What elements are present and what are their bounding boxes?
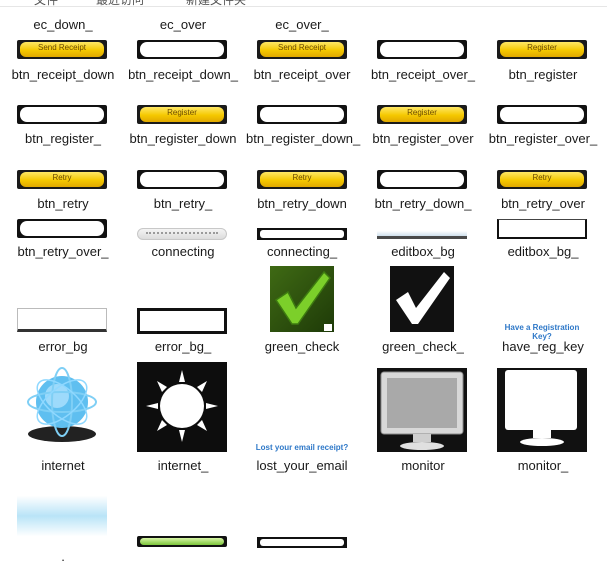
file-label[interactable]: editbox_bg_	[487, 243, 599, 260]
toolbar-item[interactable]: 新建文件夹	[186, 0, 246, 8]
file-label[interactable]: lost_your_email	[246, 457, 358, 474]
file-label[interactable]: .	[7, 548, 119, 565]
monitor-icon	[377, 368, 467, 452]
file-label[interactable]: btn_register	[487, 66, 599, 83]
globe-icon	[146, 370, 218, 442]
file-label[interactable]: connecting	[127, 243, 239, 260]
file-label[interactable]: have_reg_key	[487, 338, 599, 355]
thumb-btn-retry-down[interactable]: Retry	[257, 170, 347, 189]
file-label[interactable]: btn_register_over	[367, 130, 479, 147]
check-icon	[274, 270, 332, 331]
thumb-btn-register-over[interactable]: Register	[377, 105, 467, 124]
thumb-btn-receipt-over-[interactable]	[377, 40, 467, 59]
thumb-btn-register-down-[interactable]	[257, 105, 347, 124]
file-label[interactable]: error_bg_	[127, 338, 239, 355]
file-label[interactable]: connecting_	[246, 243, 358, 260]
thumb-white-bar[interactable]	[257, 537, 347, 548]
thumb-btn-receipt-down[interactable]: Send Receipt	[17, 40, 107, 59]
file-label[interactable]: editbox_bg	[367, 243, 479, 260]
file-label[interactable]: ec_down_	[7, 16, 119, 33]
thumb-btn-register[interactable]: Register	[497, 40, 587, 59]
file-label[interactable]: btn_retry_over	[487, 195, 599, 212]
thumb-error-bg-[interactable]	[137, 308, 227, 334]
thumb-btn-receipt-over[interactable]: Send Receipt	[257, 40, 347, 59]
thumb-lost-your-email[interactable]: Lost your email receipt?	[254, 443, 350, 453]
thumb-btn-retry-over[interactable]: Retry	[497, 170, 587, 189]
thumb-monitor-[interactable]	[497, 368, 587, 452]
globe-icon	[27, 367, 97, 442]
file-label[interactable]: btn_register_over_	[487, 130, 599, 147]
thumb-btn-retry[interactable]: Retry	[17, 170, 107, 189]
file-label[interactable]: ec_over_	[246, 16, 358, 33]
thumb-btn-retry-[interactable]	[137, 170, 227, 189]
toolbar-strip: 文件 最近访问 新建文件夹	[0, 0, 607, 7]
thumb-connecting[interactable]	[137, 228, 227, 240]
file-label[interactable]: ec_over	[127, 16, 239, 33]
connecting-dots	[146, 232, 218, 237]
file-label[interactable]: btn_register_down_	[246, 130, 360, 147]
thumb-btn-retry-over-[interactable]	[17, 219, 107, 238]
thumb-internet-[interactable]	[137, 362, 227, 452]
file-label[interactable]: btn_receipt_over_	[367, 66, 479, 83]
thumb-green-check-[interactable]	[390, 266, 454, 332]
thumb-connecting-[interactable]	[257, 228, 347, 240]
file-label[interactable]: btn_register_down	[127, 130, 239, 147]
thumb-green-check[interactable]	[270, 266, 334, 332]
file-label[interactable]: monitor_	[487, 457, 599, 474]
check-icon	[396, 272, 450, 324]
thumb-btn-retry-down-[interactable]	[377, 170, 467, 189]
file-label[interactable]: internet_	[127, 457, 239, 474]
file-label[interactable]: btn_receipt_down	[7, 66, 119, 83]
file-label[interactable]: btn_register_	[7, 130, 119, 147]
file-label[interactable]: btn_retry_down_	[367, 195, 479, 212]
thumb-monitor[interactable]	[377, 368, 467, 452]
file-label[interactable]: btn_retry_	[127, 195, 239, 212]
file-label[interactable]: btn_retry_over_	[7, 243, 119, 260]
thumb-btn-register-[interactable]	[17, 105, 107, 124]
file-label[interactable]: monitor	[367, 457, 479, 474]
toolbar-item[interactable]: 最近访问	[96, 0, 144, 8]
thumb-btn-register-over-[interactable]	[497, 105, 587, 124]
toolbar-item[interactable]: 文件	[34, 0, 58, 8]
thumb-internet[interactable]	[17, 362, 107, 452]
file-label[interactable]: green_check_	[367, 338, 479, 355]
file-label[interactable]: green_check	[246, 338, 358, 355]
thumb-editbox-bg[interactable]	[377, 219, 467, 239]
thumb-error-bg[interactable]	[17, 308, 107, 332]
thumb-btn-register-down[interactable]: Register	[137, 105, 227, 124]
green-bar-fill	[140, 538, 224, 545]
file-label[interactable]: internet	[7, 457, 119, 474]
file-label[interactable]: btn_receipt_down_	[127, 66, 239, 83]
thumb-have-reg-key[interactable]: Have a Registration Key?	[494, 323, 590, 341]
monitor-icon	[505, 370, 577, 446]
file-label[interactable]: btn_retry	[7, 195, 119, 212]
thumb-editbox-bg-[interactable]	[497, 219, 587, 239]
thumb-glow-bar[interactable]	[17, 482, 107, 550]
file-label[interactable]: error_bg	[7, 338, 119, 355]
thumb-btn-receipt-down-[interactable]	[137, 40, 227, 59]
thumb-green-bar[interactable]	[137, 536, 227, 547]
file-label[interactable]: btn_retry_down	[246, 195, 358, 212]
file-label[interactable]: btn_receipt_over	[246, 66, 358, 83]
